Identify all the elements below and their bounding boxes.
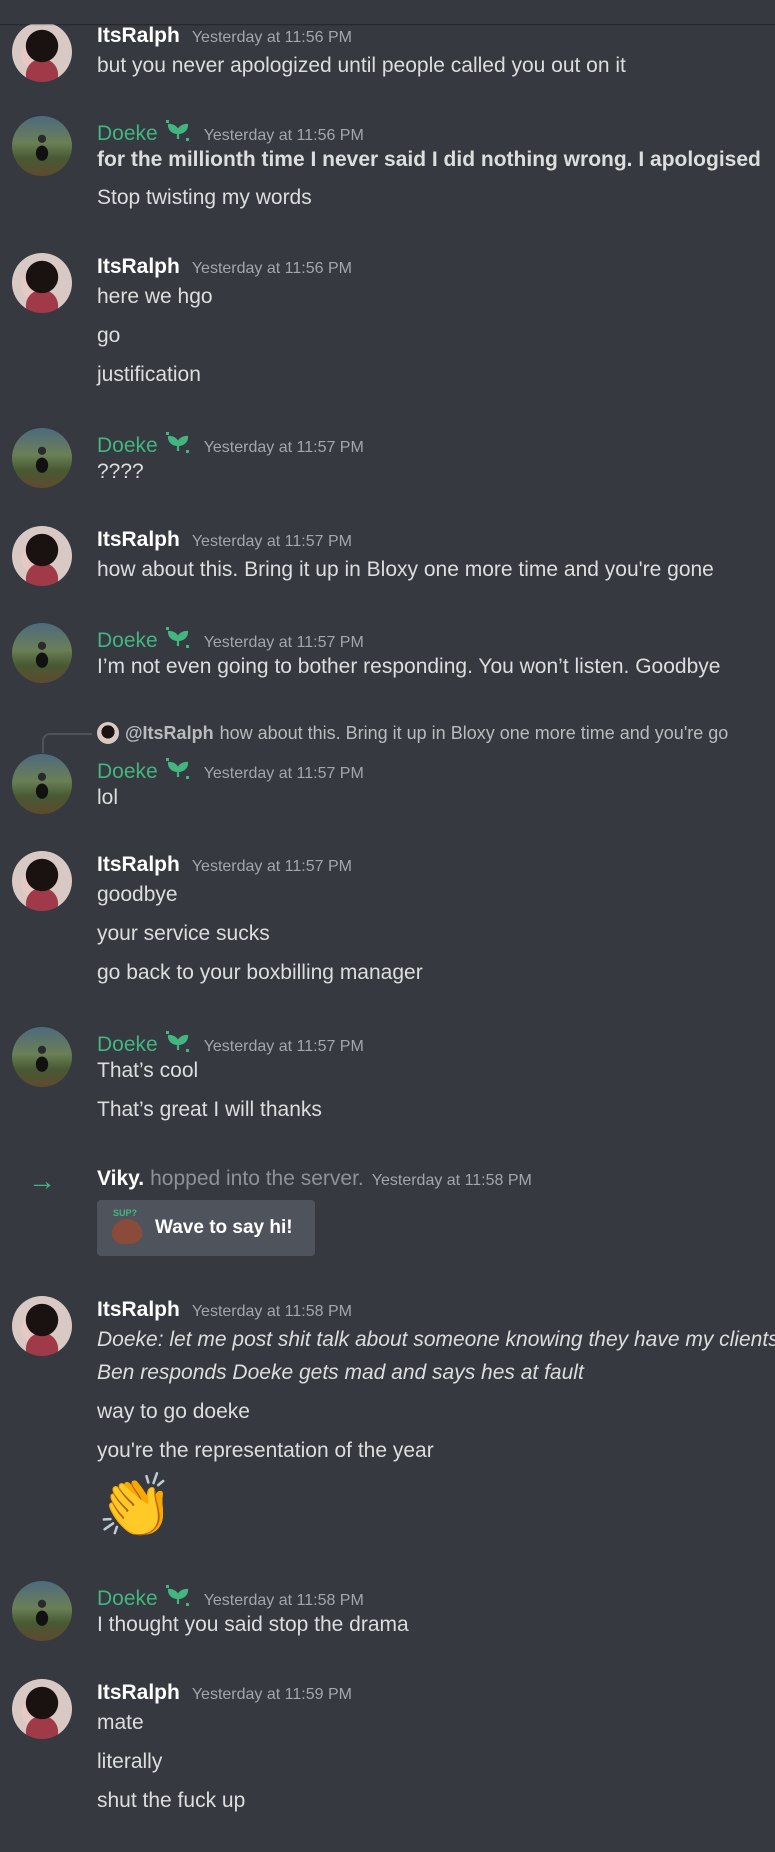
message-text: That’s great I will thanks bbox=[97, 1098, 322, 1121]
message-text: That’s cool bbox=[97, 1059, 199, 1082]
timestamp: Yesterday at 11:56 PM bbox=[191, 29, 352, 46]
message-text: but you never apologized until people ca… bbox=[97, 54, 626, 77]
username[interactable]: Doeke bbox=[97, 1031, 158, 1059]
avatar[interactable] bbox=[12, 754, 72, 814]
message-text: literally bbox=[97, 1750, 163, 1773]
message-text: your service sucks bbox=[97, 922, 270, 945]
wave-button[interactable]: Wave to say hi! bbox=[97, 1200, 315, 1256]
avatar[interactable] bbox=[12, 1679, 72, 1739]
timestamp: Yesterday at 11:56 PM bbox=[203, 127, 364, 144]
timestamp: Yesterday at 11:56 PM bbox=[191, 260, 352, 277]
message-text: lol bbox=[97, 786, 119, 809]
username[interactable]: ItsRalph bbox=[97, 1679, 180, 1707]
timestamp: Yesterday at 11:59 PM bbox=[191, 1686, 352, 1703]
message-text: Doeke: let me post shit talk about someo… bbox=[97, 1328, 775, 1351]
leaf-badge-icon bbox=[164, 1584, 192, 1608]
username[interactable]: ItsRalph bbox=[97, 1296, 180, 1324]
join-username[interactable]: Viky. bbox=[97, 1167, 144, 1191]
timestamp: Yesterday at 11:57 PM bbox=[203, 765, 364, 782]
username[interactable]: ItsRalph bbox=[97, 851, 180, 879]
leaf-badge-icon bbox=[164, 757, 192, 781]
reply-text: how about this. Bring it up in Bloxy one… bbox=[219, 722, 729, 743]
timestamp: Yesterday at 11:58 PM bbox=[191, 1303, 352, 1320]
message-text: shut the fuck up bbox=[97, 1789, 246, 1812]
message-text: for the millionth time I never said I di… bbox=[97, 148, 761, 171]
username[interactable]: Doeke bbox=[97, 432, 158, 460]
avatar[interactable] bbox=[12, 1581, 72, 1641]
avatar[interactable] bbox=[12, 526, 72, 586]
avatar[interactable] bbox=[12, 1027, 72, 1087]
avatar[interactable] bbox=[12, 22, 72, 82]
message-text: here we hgo bbox=[97, 285, 213, 308]
timestamp: Yesterday at 11:57 PM bbox=[203, 634, 364, 651]
timestamp: Yesterday at 11:57 PM bbox=[203, 439, 364, 456]
reply-avatar bbox=[97, 722, 119, 744]
leaf-badge-icon bbox=[164, 431, 192, 455]
timestamp: Yesterday at 11:58 PM bbox=[371, 1172, 532, 1189]
clap-emoji: 👏 bbox=[97, 1472, 175, 1541]
reply-spine bbox=[42, 733, 92, 753]
timestamp: Yesterday at 11:57 PM bbox=[203, 1038, 364, 1055]
wave-sticker-icon bbox=[111, 1208, 143, 1244]
timestamp: Yesterday at 11:57 PM bbox=[191, 533, 352, 550]
message-text: you're the representation of the year bbox=[97, 1439, 434, 1462]
message-text: ???? bbox=[97, 460, 144, 483]
message-text: Stop twisting my words bbox=[97, 186, 312, 209]
leaf-badge-icon bbox=[164, 119, 192, 143]
message-text: how about this. Bring it up in Bloxy one… bbox=[97, 558, 714, 581]
wave-label: Wave to say hi! bbox=[155, 1217, 293, 1238]
channel-header-bar bbox=[0, 0, 775, 24]
timestamp: Yesterday at 11:57 PM bbox=[191, 858, 352, 875]
avatar[interactable] bbox=[12, 253, 72, 313]
username[interactable]: Doeke bbox=[97, 120, 158, 148]
message-text: justification bbox=[97, 363, 201, 386]
message-text: Ben responds Doeke gets mad and says hes… bbox=[97, 1361, 584, 1384]
join-text: hopped into the server. bbox=[150, 1167, 364, 1190]
leaf-badge-icon bbox=[164, 626, 192, 650]
message-text: I’m not even going to bother responding.… bbox=[97, 655, 721, 678]
username[interactable]: Doeke bbox=[97, 627, 158, 655]
username[interactable]: ItsRalph bbox=[97, 22, 180, 50]
message-text: go bbox=[97, 324, 121, 347]
timestamp: Yesterday at 11:58 PM bbox=[203, 1592, 364, 1609]
reply-mention[interactable]: @ItsRalph bbox=[125, 723, 214, 744]
username[interactable]: ItsRalph bbox=[97, 526, 180, 554]
avatar[interactable] bbox=[12, 428, 72, 488]
avatar[interactable] bbox=[12, 851, 72, 911]
message-list: ItsRalph Yesterday at 11:56 PM but you n… bbox=[0, 0, 775, 1852]
avatar[interactable] bbox=[12, 623, 72, 683]
message-text: goodbye bbox=[97, 883, 178, 906]
message-text: way to go doeke bbox=[97, 1400, 250, 1423]
reply-preview[interactable]: @ItsRalph how about this. Bring it up in… bbox=[97, 721, 728, 745]
message-text: mate bbox=[97, 1711, 144, 1734]
message-text: I thought you said stop the drama bbox=[97, 1613, 409, 1636]
username[interactable]: Doeke bbox=[97, 1585, 158, 1613]
join-message: Viky. hopped into the server. Yesterday … bbox=[97, 1167, 532, 1191]
username[interactable]: ItsRalph bbox=[97, 253, 180, 281]
message-text: go back to your boxbilling manager bbox=[97, 961, 423, 984]
leaf-badge-icon bbox=[164, 1030, 192, 1054]
avatar[interactable] bbox=[12, 116, 72, 176]
avatar[interactable] bbox=[12, 1296, 72, 1356]
join-arrow-icon: → bbox=[28, 1165, 56, 1196]
username[interactable]: Doeke bbox=[97, 758, 158, 786]
